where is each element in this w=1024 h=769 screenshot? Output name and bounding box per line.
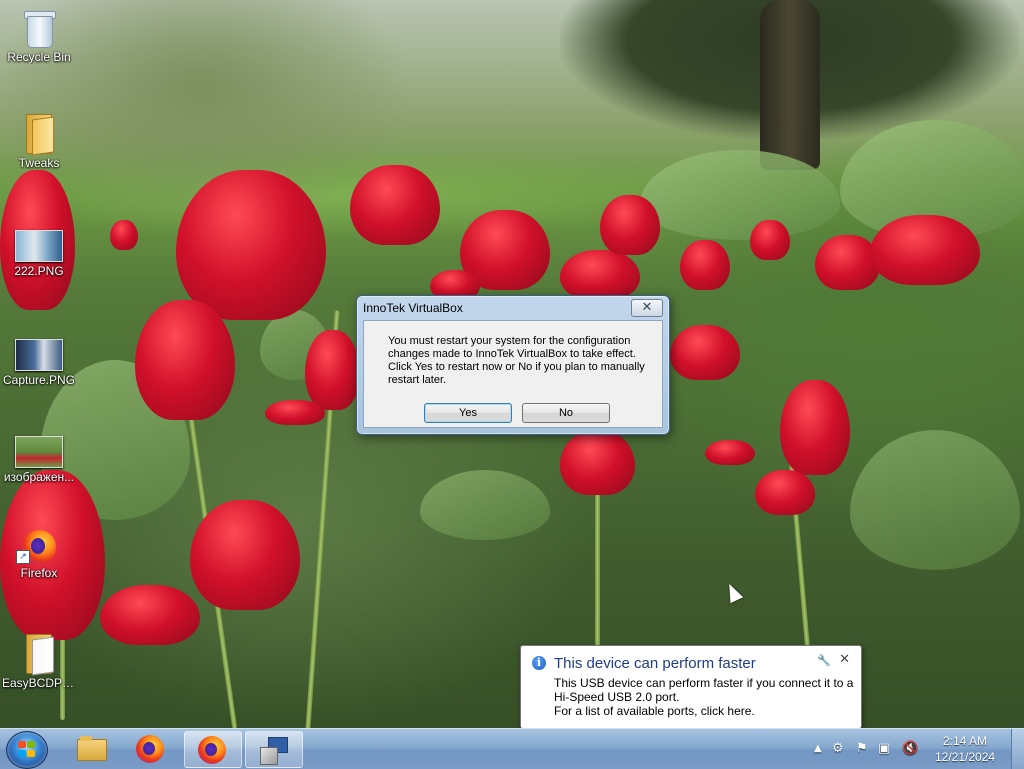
desktop-icon-firefox[interactable]: ↗ Firefox bbox=[2, 530, 76, 580]
desktop-icon-label: 222.PNG bbox=[14, 264, 64, 278]
dialog-title: InnoTek VirtualBox bbox=[363, 301, 463, 315]
taskbar-button-firefox[interactable] bbox=[123, 731, 179, 766]
desktop-icon-tweaks[interactable]: Tweaks bbox=[2, 112, 76, 170]
desktop-icon-recycle-bin[interactable]: Recycle Bin bbox=[2, 8, 76, 64]
usb-device-icon[interactable]: ⚙ bbox=[832, 741, 844, 756]
clock-date: 12/21/2024 bbox=[934, 750, 996, 764]
start-button[interactable] bbox=[6, 731, 48, 769]
setup-installer-icon bbox=[260, 737, 288, 765]
wrench-icon[interactable]: 🔧 bbox=[817, 654, 831, 667]
clock-time: 2:14 AM bbox=[942, 734, 988, 748]
notification-link[interactable]: For a list of available ports, click her… bbox=[554, 704, 854, 718]
taskbar-button-firefox-running[interactable] bbox=[184, 731, 242, 768]
notification-line: Hi-Speed USB 2.0 port. bbox=[554, 690, 680, 704]
notification-area: ▲ ⚙ ⚑ ▣ 🔇 2:14 AM 12/21/2024 bbox=[810, 729, 1024, 769]
show-hidden-icons-button[interactable]: ▲ bbox=[814, 743, 822, 754]
dialog-message: You must restart your system for the con… bbox=[388, 335, 645, 386]
desktop-icon-label: EasyBCDPor... bbox=[2, 676, 76, 690]
dialog-close-button[interactable]: ✕ bbox=[631, 299, 663, 317]
folder-icon bbox=[24, 112, 54, 156]
system-clock[interactable]: 2:14 AM 12/21/2024 bbox=[930, 733, 1000, 765]
desktop-icon-label: Firefox bbox=[20, 566, 58, 580]
notification-line: This USB device can perform faster if yo… bbox=[554, 676, 854, 690]
yes-button[interactable]: Yes bbox=[424, 403, 512, 423]
desktop-icon-label: изображен... bbox=[3, 470, 75, 484]
volume-muted-icon[interactable]: 🔇 bbox=[902, 741, 918, 756]
taskbar: ▲ ⚙ ⚑ ▣ 🔇 2:14 AM 12/21/2024 bbox=[0, 728, 1024, 769]
desktop-icon-label: Tweaks bbox=[18, 156, 60, 170]
folder-icon bbox=[24, 632, 54, 676]
shortcut-arrow-icon: ↗ bbox=[16, 550, 30, 564]
network-icon[interactable]: ▣ bbox=[878, 741, 890, 756]
firefox-icon bbox=[136, 735, 164, 763]
show-desktop-button[interactable] bbox=[1011, 729, 1024, 769]
desktop-icon-222-png[interactable]: 222.PNG bbox=[2, 230, 76, 278]
image-thumbnail-icon bbox=[15, 339, 63, 371]
desktop-icon-label: Recycle Bin bbox=[7, 50, 71, 64]
image-thumbnail-icon bbox=[15, 230, 63, 262]
tree-trunk bbox=[760, 0, 820, 170]
desktop-icon-capture-png[interactable]: Capture.PNG bbox=[2, 339, 76, 387]
info-icon: i bbox=[532, 656, 546, 670]
firefox-icon bbox=[198, 736, 226, 764]
virtualbox-restart-dialog: InnoTek VirtualBox ✕ You must restart yo… bbox=[356, 295, 670, 435]
no-button[interactable]: No bbox=[522, 403, 610, 423]
desktop-icon-label: Capture.PNG bbox=[2, 373, 76, 387]
usb-notification-balloon[interactable]: i This device can perform faster 🔧 ✕ Thi… bbox=[520, 645, 862, 738]
windows-explorer-icon bbox=[77, 736, 107, 761]
notification-title: This device can perform faster bbox=[554, 655, 756, 672]
action-center-flag-icon[interactable]: ⚑ bbox=[856, 741, 868, 756]
desktop-icon-easybcd[interactable]: EasyBCDPor... bbox=[2, 632, 76, 690]
windows-logo-icon bbox=[18, 741, 36, 758]
recycle-bin-icon bbox=[24, 8, 56, 48]
desktop-icon-image-ru[interactable]: изображен... bbox=[2, 436, 76, 484]
image-thumbnail-icon bbox=[15, 436, 63, 468]
taskbar-button-explorer[interactable] bbox=[62, 731, 118, 766]
taskbar-button-setup[interactable] bbox=[245, 731, 303, 768]
notification-text: This USB device can perform faster if yo… bbox=[554, 676, 854, 718]
notification-close-button[interactable]: ✕ bbox=[839, 652, 850, 667]
dialog-body: You must restart your system for the con… bbox=[363, 320, 663, 428]
dialog-titlebar[interactable]: InnoTek VirtualBox ✕ bbox=[357, 296, 669, 320]
